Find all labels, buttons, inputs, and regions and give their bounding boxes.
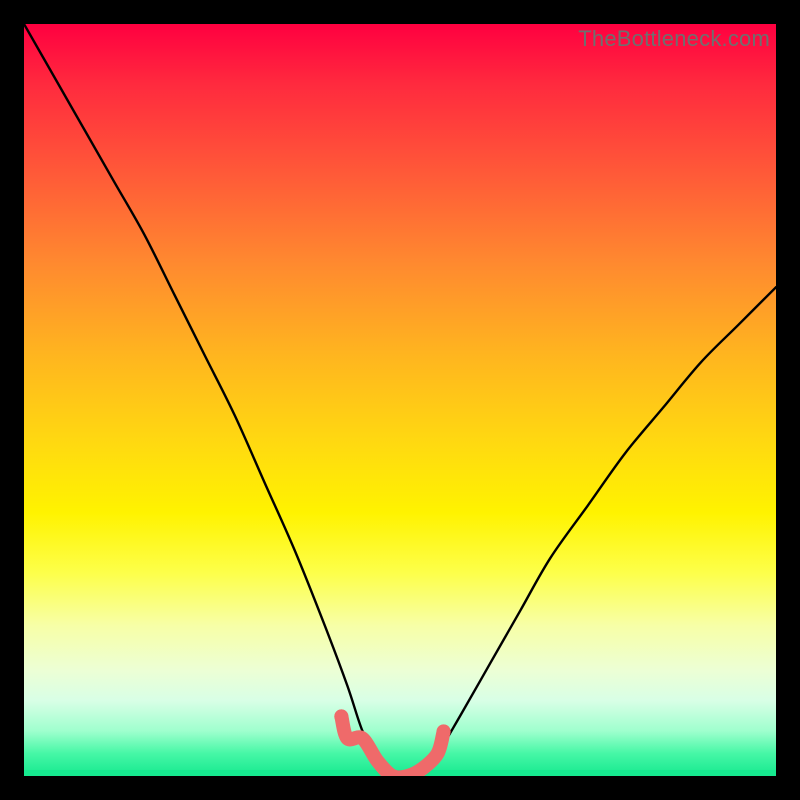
highlight-dot-left	[334, 709, 348, 723]
chart-frame: TheBottleneck.com	[0, 0, 800, 800]
bottleneck-curve	[24, 24, 776, 776]
highlight-segment	[341, 716, 443, 776]
curve-svg	[24, 24, 776, 776]
plot-area: TheBottleneck.com	[24, 24, 776, 776]
highlight-dot-right	[437, 724, 451, 738]
